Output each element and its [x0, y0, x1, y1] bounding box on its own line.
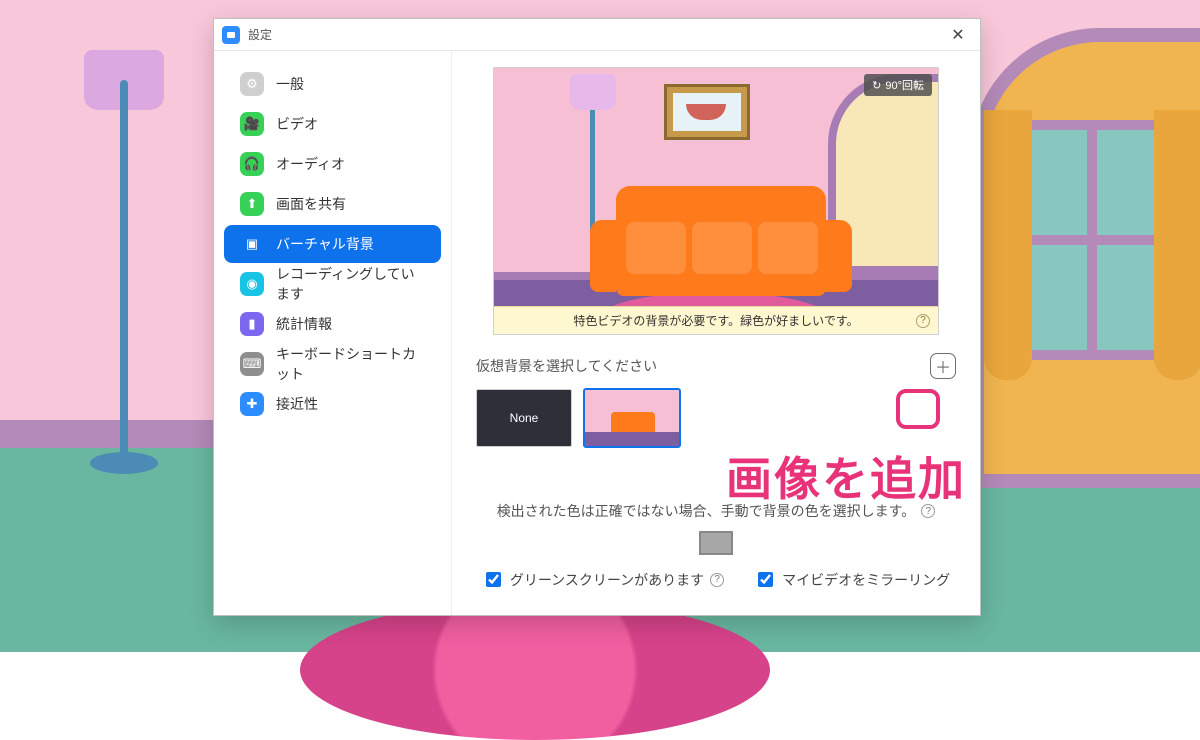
sidebar-item-statistics[interactable]: ▮ 統計情報 — [224, 305, 441, 343]
titlebar: 設定 ✕ — [214, 19, 980, 51]
recording-icon: ◉ — [240, 272, 264, 296]
settings-sidebar: ⚙ 一般 🎥 ビデオ 🎧 オーディオ ⬆ 画面を共有 ▣ バーチャル背景 ◉ レ — [214, 51, 452, 615]
sidebar-item-label: 統計情報 — [276, 314, 332, 334]
thumb-none-label: None — [510, 411, 539, 425]
sidebar-item-label: ビデオ — [276, 114, 318, 134]
greenscreen-label: グリーンスクリーンがあります — [510, 570, 704, 590]
sidebar-item-label: キーボードショートカット — [276, 344, 425, 384]
sidebar-item-audio[interactable]: 🎧 オーディオ — [224, 145, 441, 183]
rotate-button[interactable]: ↻ 90°回転 — [864, 74, 932, 96]
sidebar-item-recording[interactable]: ◉ レコーディングしています — [224, 265, 441, 303]
mirror-checkbox-row[interactable]: マイビデオをミラーリング — [754, 569, 950, 590]
general-icon: ⚙ — [240, 72, 264, 96]
add-image-button[interactable]: ＋ — [930, 353, 956, 379]
select-background-label: 仮想背景を選択してください — [476, 356, 657, 376]
sidebar-item-keyboard-shortcuts[interactable]: ⌨ キーボードショートカット — [224, 345, 441, 383]
video-preview: ↻ 90°回転 特色ビデオの背景が必要です。緑色が好ましいです。 ? — [493, 67, 939, 335]
accessibility-icon: ✚ — [240, 392, 264, 416]
sidebar-item-virtual-background[interactable]: ▣ バーチャル背景 — [224, 225, 441, 263]
mirror-checkbox[interactable] — [758, 572, 773, 587]
preview-info-text: 特色ビデオの背景が必要です。緑色が好ましいです。 — [573, 312, 858, 329]
share-screen-icon: ⬆ — [240, 192, 264, 216]
detect-color-text: 検出された色は正確ではない場合、手動で背景の色を選択します。 — [497, 501, 916, 521]
sidebar-item-label: オーディオ — [276, 154, 345, 174]
sidebar-item-general[interactable]: ⚙ 一般 — [224, 65, 441, 103]
rotate-label: 90°回転 — [885, 77, 924, 93]
app-icon — [222, 26, 240, 44]
settings-dialog: 設定 ✕ ⚙ 一般 🎥 ビデオ 🎧 オーディオ ⬆ 画面を共有 ▣ バーチャ — [213, 18, 981, 616]
help-icon[interactable]: ? — [710, 573, 724, 587]
close-icon[interactable]: ✕ — [944, 21, 972, 49]
thumb-none[interactable]: None — [476, 389, 572, 447]
statistics-icon: ▮ — [240, 312, 264, 336]
greenscreen-checkbox-row[interactable]: グリーンスクリーンがあります ? — [482, 569, 724, 590]
sidebar-item-share-screen[interactable]: ⬆ 画面を共有 — [224, 185, 441, 223]
annotation-text: 画像を追加 — [726, 443, 966, 509]
preview-image — [494, 68, 938, 334]
sidebar-item-accessibility[interactable]: ✚ 接近性 — [224, 385, 441, 423]
sidebar-item-label: 一般 — [276, 74, 304, 94]
sidebar-item-label: 画面を共有 — [276, 194, 346, 214]
settings-content: ↻ 90°回転 特色ビデオの背景が必要です。緑色が好ましいです。 ? 仮想背景を… — [452, 51, 980, 615]
sidebar-item-label: バーチャル背景 — [276, 234, 374, 254]
plus-icon: ＋ — [935, 354, 951, 378]
background-thumbnails: None — [476, 389, 956, 447]
help-icon[interactable]: ? — [916, 314, 930, 328]
greenscreen-checkbox[interactable] — [486, 572, 501, 587]
mirror-label: マイビデオをミラーリング — [782, 570, 950, 590]
sidebar-item-label: レコーディングしています — [276, 264, 425, 304]
rotate-icon: ↻ — [872, 79, 881, 92]
sidebar-item-label: 接近性 — [276, 394, 318, 414]
keyboard-icon: ⌨ — [240, 352, 264, 376]
preview-info-bar: 特色ビデオの背景が必要です。緑色が好ましいです。 ? — [494, 306, 938, 334]
audio-icon: 🎧 — [240, 152, 264, 176]
video-icon: 🎥 — [240, 112, 264, 136]
virtual-background-icon: ▣ — [240, 232, 264, 256]
sidebar-item-video[interactable]: 🎥 ビデオ — [224, 105, 441, 143]
help-icon[interactable]: ? — [921, 504, 935, 518]
window-title: 設定 — [248, 26, 272, 43]
background-color-swatch[interactable] — [699, 531, 733, 555]
thumb-simpsons-room[interactable] — [584, 389, 680, 447]
